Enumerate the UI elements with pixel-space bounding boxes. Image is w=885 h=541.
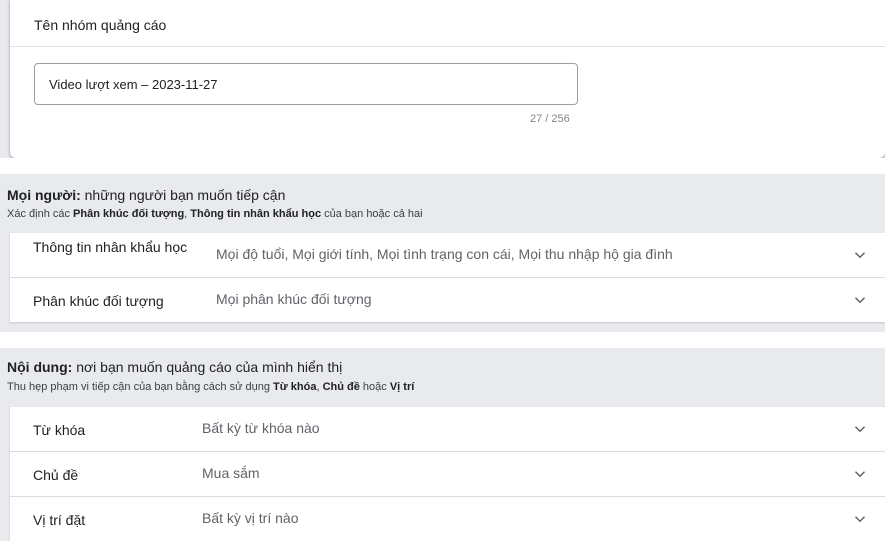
- people-sub-prefix: Xác định các: [7, 208, 74, 220]
- chevron-down-icon[interactable]: [851, 246, 869, 264]
- row-value: Mọi độ tuổi, Mọi giới tính, Mọi tình trạ…: [216, 246, 673, 262]
- ad-group-name-title: Tên nhóm quảng cáo: [34, 17, 167, 33]
- content-sub-prefix: Thu hẹp phạm vi tiếp cận của bạn bằng cá…: [7, 381, 274, 393]
- row-demographics[interactable]: Thông tin nhân khẩu học Mọi độ tuổi, Mọi…: [10, 233, 885, 278]
- row-label: Vị trí đặt: [33, 512, 86, 528]
- chevron-down-icon[interactable]: [851, 465, 869, 483]
- people-heading-text: những người bạn muốn tiếp cận: [80, 187, 286, 203]
- people-sub-bold2: Thông tin nhân khẩu học: [190, 208, 322, 220]
- row-audience-segments[interactable]: Phân khúc đối tượng Mọi phân khúc đối tư…: [10, 278, 885, 322]
- content-subheading: Thu hẹp phạm vi tiếp cận của bạn bằng cá…: [7, 381, 414, 393]
- row-keywords[interactable]: Từ khóa Bất kỳ từ khóa nào: [10, 407, 885, 452]
- row-label: Từ khóa: [33, 422, 86, 438]
- content-sub-mid2: hoặc: [359, 381, 390, 393]
- people-sub-bold1: Phân khúc đối tượng: [73, 208, 185, 220]
- content-heading-bold: Nội dung:: [7, 359, 73, 375]
- people-subheading: Xác định các Phân khúc đối tượng, Thông …: [7, 208, 423, 220]
- people-heading-bold: Mọi người:: [7, 187, 81, 203]
- row-value: Bất kỳ từ khóa nào: [202, 420, 320, 436]
- ad-group-name-input[interactable]: [34, 63, 578, 105]
- people-section: Mọi người: những người bạn muốn tiếp cận…: [0, 174, 885, 332]
- content-heading: Nội dung: nơi bạn muốn quảng cáo của mìn…: [7, 359, 342, 375]
- row-label: Chủ đề: [33, 467, 79, 483]
- chevron-down-icon[interactable]: [851, 291, 869, 309]
- row-placements[interactable]: Vị trí đặt Bất kỳ vị trí nào: [10, 497, 885, 541]
- char-counter: 27 / 256: [530, 113, 570, 125]
- people-sub-suffix: của bạn hoặc cả hai: [321, 208, 423, 220]
- spacer: [0, 332, 885, 348]
- chevron-down-icon[interactable]: [851, 510, 869, 528]
- chevron-down-icon[interactable]: [851, 420, 869, 438]
- content-section: Nội dung: nơi bạn muốn quảng cáo của mìn…: [0, 348, 885, 541]
- row-label: Thông tin nhân khẩu học: [33, 239, 188, 255]
- row-topics[interactable]: Chủ đề Mua sắm: [10, 452, 885, 497]
- ad-group-name-card: Tên nhóm quảng cáo 27 / 256: [10, 0, 885, 158]
- content-sub-bold2: Chủ đề: [322, 381, 360, 393]
- row-value: Mua sắm: [202, 465, 260, 481]
- people-rows: Thông tin nhân khẩu học Mọi độ tuổi, Mọi…: [10, 233, 885, 322]
- content-sub-bold3: Vị trí: [389, 381, 415, 393]
- row-value: Mọi phân khúc đối tượng: [216, 291, 372, 307]
- content-rows: Từ khóa Bất kỳ từ khóa nào Chủ đề Mua sắ…: [10, 407, 885, 541]
- content-sub-bold1: Từ khóa: [273, 381, 317, 393]
- row-value: Bất kỳ vị trí nào: [202, 510, 299, 526]
- people-heading: Mọi người: những người bạn muốn tiếp cận: [7, 187, 285, 203]
- spacer: [0, 158, 885, 174]
- content-heading-text: nơi bạn muốn quảng cáo của mình hiển thị: [72, 359, 343, 375]
- row-label: Phân khúc đối tượng: [33, 293, 164, 309]
- divider: [10, 46, 885, 47]
